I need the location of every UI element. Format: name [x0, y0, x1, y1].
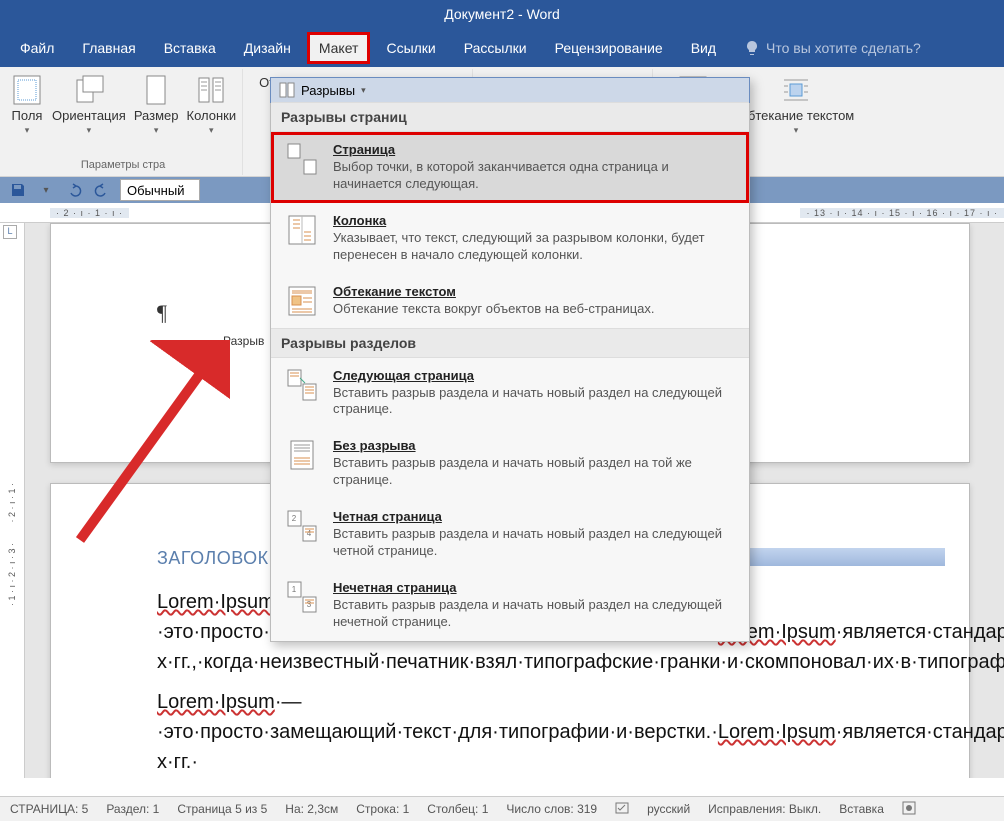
save-button[interactable]	[8, 180, 28, 200]
columns-button[interactable]: Колонки▾	[187, 73, 237, 136]
break-even-page-icon: 24	[285, 509, 319, 543]
status-line[interactable]: Строка: 1	[356, 802, 409, 816]
margins-icon	[10, 73, 44, 107]
body-paragraph-2: Lorem·Ipsum·—·это·просто·замещающий·текс…	[157, 687, 945, 777]
break-continuous-item[interactable]: Без разрываВставить разрыв раздела и нач…	[271, 428, 749, 499]
status-macro-icon[interactable]	[902, 801, 916, 818]
margins-button[interactable]: Поля▾	[10, 73, 44, 136]
break-wrapping-icon	[285, 284, 319, 318]
break-column-icon	[285, 213, 319, 247]
ribbon-tabs: Файл Главная Вставка Дизайн Макет Ссылки…	[0, 28, 1004, 67]
break-even-page-item[interactable]: 24 Четная страницаВставить разрыв раздел…	[271, 499, 749, 570]
tab-selector[interactable]: L	[3, 225, 17, 239]
status-track-changes[interactable]: Исправления: Выкл.	[708, 802, 821, 816]
qat-dropdown[interactable]: ▾	[36, 180, 56, 200]
page-setup-label: Параметры стра	[81, 159, 165, 175]
style-selector[interactable]: Обычный	[120, 179, 200, 201]
size-icon	[139, 73, 173, 107]
wrap-text-button[interactable]: Обтекание текстом▾	[738, 73, 854, 136]
status-word-count[interactable]: Число слов: 319	[506, 802, 597, 816]
tab-review[interactable]: Рецензирование	[543, 32, 675, 64]
breaks-dropdown: Разрывы ▾ Разрывы страниц СтраницаВыбор …	[270, 77, 750, 642]
size-button[interactable]: Размер▾	[134, 73, 179, 136]
break-continuous-icon	[285, 438, 319, 472]
break-odd-page-icon: 13	[285, 580, 319, 614]
breaks-icon	[279, 82, 295, 98]
break-wrapping-item[interactable]: Обтекание текстомОбтекание текста вокруг…	[271, 274, 749, 328]
tell-me-label: Что вы хотите сделать?	[766, 40, 921, 56]
status-page[interactable]: СТРАНИЦА: 5	[10, 802, 88, 816]
status-insert-mode[interactable]: Вставка	[839, 802, 884, 816]
wrap-text-icon	[779, 73, 813, 107]
status-column[interactable]: Столбец: 1	[427, 802, 488, 816]
heading-shape	[735, 548, 945, 566]
orientation-icon	[72, 73, 106, 107]
tab-design[interactable]: Дизайн	[232, 32, 303, 64]
break-next-page-item[interactable]: Следующая страницаВставить разрыв раздел…	[271, 358, 749, 429]
status-section[interactable]: Раздел: 1	[106, 802, 159, 816]
breaks-section-sections: Разрывы разделов	[271, 328, 749, 358]
redo-button[interactable]	[92, 180, 112, 200]
columns-icon	[194, 73, 228, 107]
break-page-item[interactable]: СтраницаВыбор точки, в которой заканчива…	[271, 132, 749, 203]
bulb-icon	[744, 40, 760, 56]
breaks-section-pages: Разрывы страниц	[271, 102, 749, 132]
status-page-of[interactable]: Страница 5 из 5	[177, 802, 267, 816]
vertical-ruler[interactable]: · 2 · ı · 1 · · 1 · ı · 2 · ı · 3 ·	[0, 223, 25, 778]
tab-mailings[interactable]: Рассылки	[452, 32, 539, 64]
status-language[interactable]: русский	[647, 802, 690, 816]
ruler-ticks-right: · 13 · ı · 14 · ı · 15 · ı · 16 · ı · 17…	[800, 208, 1004, 218]
orientation-button[interactable]: Ориентация▾	[52, 73, 126, 136]
status-bar: СТРАНИЦА: 5 Раздел: 1 Страница 5 из 5 На…	[0, 796, 1004, 821]
break-next-page-icon	[285, 368, 319, 402]
break-page-icon	[285, 142, 319, 176]
status-position[interactable]: На: 2,3см	[285, 802, 338, 816]
break-column-item[interactable]: КолонкаУказывает, что текст, следующий з…	[271, 203, 749, 274]
svg-text:2: 2	[292, 514, 297, 523]
tab-home[interactable]: Главная	[70, 32, 147, 64]
break-odd-page-item[interactable]: 13 Нечетная страницаВставить разрыв разд…	[271, 570, 749, 641]
svg-text:1: 1	[292, 585, 297, 594]
page-setup-group: Поля▾ Ориентация▾ Размер▾ Колонки▾ Парам…	[4, 69, 243, 175]
breaks-button[interactable]: Разрывы ▾	[270, 77, 750, 103]
tab-view[interactable]: Вид	[679, 32, 728, 64]
tab-insert[interactable]: Вставка	[152, 32, 228, 64]
undo-button[interactable]	[64, 180, 84, 200]
tab-references[interactable]: Ссылки	[374, 32, 447, 64]
status-proofing-icon[interactable]	[615, 801, 629, 818]
ruler-ticks-left: · 2 · ı · 1 · ı ·	[50, 208, 129, 218]
tab-layout[interactable]: Макет	[307, 32, 371, 64]
window-title: Документ2 - Word	[0, 0, 1004, 28]
svg-text:4: 4	[307, 529, 312, 538]
svg-text:3: 3	[307, 600, 312, 609]
tab-file[interactable]: Файл	[8, 32, 66, 64]
tell-me[interactable]: Что вы хотите сделать?	[744, 40, 921, 56]
